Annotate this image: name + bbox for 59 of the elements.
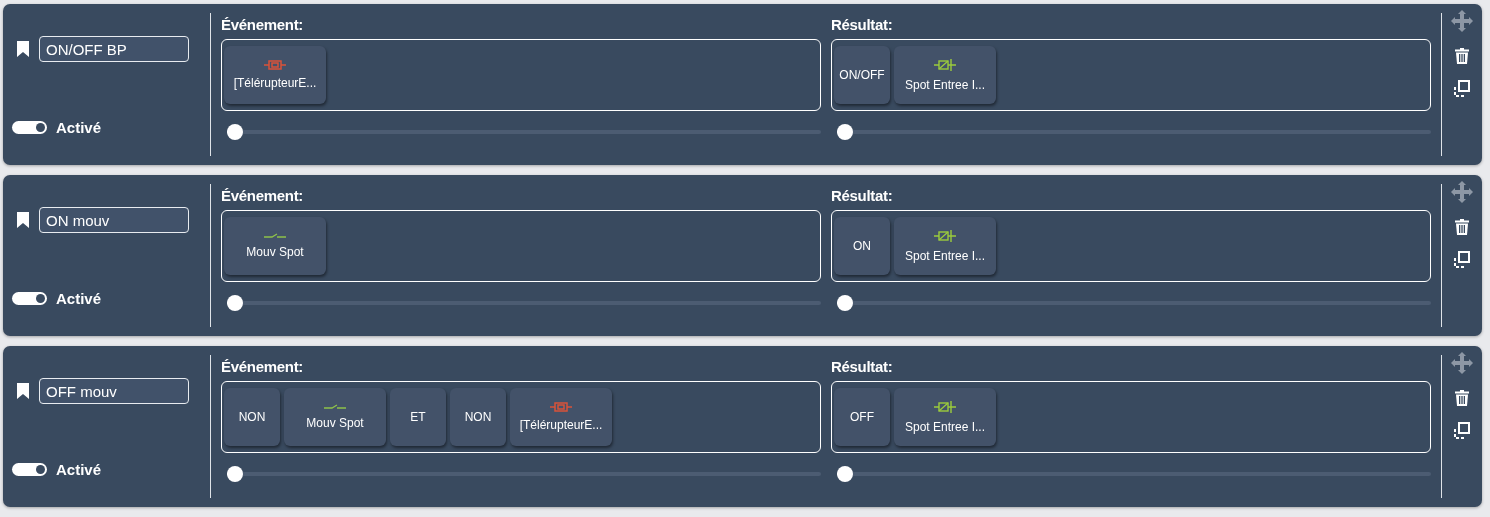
- slider[interactable]: [837, 124, 1431, 140]
- section-title: Événement:: [221, 186, 305, 206]
- device-block[interactable]: Mouv Spot: [224, 217, 326, 275]
- slider[interactable]: [837, 466, 1431, 482]
- move-icon[interactable]: [1451, 181, 1473, 203]
- lamp-icon: [934, 58, 956, 72]
- rule-name-field[interactable]: ON/OFF BP: [39, 36, 189, 62]
- bookmark-icon: [17, 383, 29, 399]
- trash-icon[interactable]: [1454, 390, 1469, 406]
- slider[interactable]: [227, 466, 821, 482]
- device-block[interactable]: Spot Entree I...: [894, 388, 996, 446]
- section-title: Événement:: [221, 357, 305, 377]
- operator-block[interactable]: OFF: [834, 388, 890, 446]
- duplicate-icon[interactable]: [1452, 251, 1471, 269]
- bookmark-icon: [17, 41, 29, 57]
- slider-thumb[interactable]: [227, 295, 243, 311]
- lamp-icon: [934, 229, 956, 243]
- toggle-switch[interactable]: [12, 463, 47, 476]
- device-block[interactable]: Spot Entree I...: [894, 217, 996, 275]
- bookmark-icon: [17, 212, 29, 228]
- rule-name-field[interactable]: OFF mouv: [39, 378, 189, 404]
- relay-icon: [550, 402, 572, 412]
- relay-icon: [264, 60, 286, 70]
- section-title: Résultat:: [831, 15, 894, 35]
- section-title: Événement:: [221, 15, 305, 35]
- device-block[interactable]: Mouv Spot: [284, 388, 386, 446]
- slider-thumb[interactable]: [227, 466, 243, 482]
- operator-block[interactable]: ON/OFF: [834, 46, 890, 104]
- switch-icon: [264, 233, 286, 239]
- trash-icon[interactable]: [1454, 48, 1469, 64]
- lamp-icon: [934, 400, 956, 414]
- operator-block[interactable]: ET: [390, 388, 446, 446]
- toggle-label: Activé: [56, 461, 102, 478]
- slider[interactable]: [837, 295, 1431, 311]
- toggle-switch[interactable]: [12, 121, 47, 134]
- operator-block[interactable]: ON: [834, 217, 890, 275]
- trash-icon[interactable]: [1454, 219, 1469, 235]
- slider-thumb[interactable]: [837, 124, 853, 140]
- operator-block[interactable]: NON: [450, 388, 506, 446]
- slider-thumb[interactable]: [837, 466, 853, 482]
- rule-name-field[interactable]: ON mouv: [39, 207, 189, 233]
- toggle-label: Activé: [56, 119, 102, 136]
- duplicate-icon[interactable]: [1452, 80, 1471, 98]
- move-icon[interactable]: [1451, 10, 1473, 32]
- slider[interactable]: [227, 295, 821, 311]
- device-block[interactable]: Spot Entree I...: [894, 46, 996, 104]
- move-icon[interactable]: [1451, 352, 1473, 374]
- toggle-label: Activé: [56, 290, 102, 307]
- device-block[interactable]: [TélérupteurE...: [224, 46, 326, 104]
- slider[interactable]: [227, 124, 821, 140]
- section-title: Résultat:: [831, 186, 894, 206]
- switch-icon: [324, 404, 346, 410]
- duplicate-icon[interactable]: [1452, 422, 1471, 440]
- section-title: Résultat:: [831, 357, 894, 377]
- slider-thumb[interactable]: [837, 295, 853, 311]
- slider-thumb[interactable]: [227, 124, 243, 140]
- device-block[interactable]: [TélérupteurE...: [510, 388, 612, 446]
- operator-block[interactable]: NON: [224, 388, 280, 446]
- toggle-switch[interactable]: [12, 292, 47, 305]
